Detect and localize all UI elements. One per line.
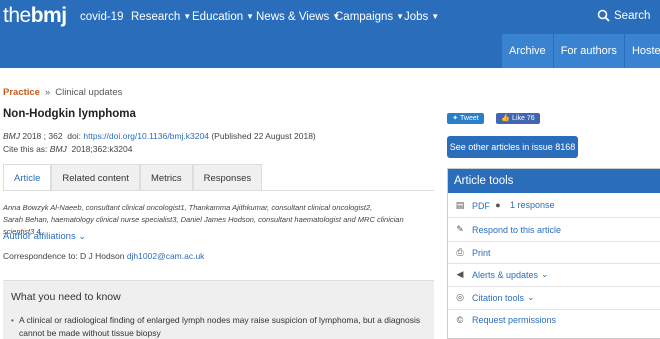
tool-print[interactable]: ⎙ Print bbox=[454, 247, 490, 258]
tab-article[interactable]: Article bbox=[3, 164, 52, 191]
tab-responses[interactable]: Responses bbox=[192, 164, 263, 191]
tool-respond[interactable]: ✎ Respond to this article bbox=[454, 224, 561, 235]
top-header: thebmj covid-19 Research ▼ Education ▼ New… bbox=[0, 0, 660, 68]
article-title: Non-Hodgkin lymphoma bbox=[3, 108, 136, 120]
twitter-bird-icon: ✦ bbox=[452, 115, 459, 122]
nav-news-views[interactable]: News & Views ▼ bbox=[256, 10, 340, 24]
box-heading: What you need to know bbox=[11, 291, 121, 303]
divider bbox=[448, 309, 660, 310]
doi-link[interactable]: https://doi.org/10.1136/bmj.k3204 bbox=[83, 131, 209, 141]
author-affiliations-toggle[interactable]: Author affiliations ⌄ bbox=[3, 231, 86, 242]
divider bbox=[448, 286, 660, 287]
nav-campaigns[interactable]: Campaigns ▼ bbox=[335, 10, 404, 24]
article-tools-title: Article tools bbox=[448, 169, 660, 193]
what-you-need-to-know-box: What you need to know • A clinical or ra… bbox=[3, 280, 434, 339]
tool-alerts[interactable]: ◀ Alerts & updates ⌄ bbox=[454, 269, 549, 280]
printer-icon: ⎙ bbox=[456, 247, 464, 257]
cite-as: Cite this as: BMJ 2018;362:k3204 bbox=[3, 144, 133, 154]
breadcrumb: Practice» Clinical updates bbox=[3, 87, 123, 98]
breadcrumb-practice[interactable]: Practice bbox=[3, 87, 40, 98]
nav-research[interactable]: Research ▼ bbox=[131, 10, 191, 24]
facebook-like-button[interactable]: 👍 Like 76 bbox=[496, 113, 540, 124]
tool-citation[interactable]: ◎ Citation tools ⌄ bbox=[454, 292, 535, 303]
article-tools-panel: Article tools ▤ PDF ● 1 response ✎ Respond … bbox=[447, 168, 660, 339]
chevron-down-icon: ▼ bbox=[431, 12, 440, 21]
tool-responses[interactable]: ● 1 response bbox=[492, 200, 554, 210]
pencil-icon: ✎ bbox=[456, 224, 464, 234]
subnav-for-authors[interactable]: For authors bbox=[552, 34, 624, 68]
breadcrumb-clinical-updates[interactable]: Clinical updates bbox=[55, 87, 122, 98]
citation-icon: ◎ bbox=[456, 292, 464, 302]
subnav-hosted[interactable]: Hosted bbox=[623, 34, 660, 68]
chevron-down-icon: ▼ bbox=[246, 12, 255, 21]
divider bbox=[448, 241, 660, 242]
tab-related-content[interactable]: Related content bbox=[51, 164, 140, 191]
search-icon bbox=[597, 9, 610, 22]
chevron-down-icon: ⌄ bbox=[78, 231, 86, 241]
citation-line: BMJ 2018 ; 362 doi: https://doi.org/10.1… bbox=[3, 131, 316, 141]
article-tabs: Article Related content Metrics Response… bbox=[3, 164, 263, 191]
bullet-icon: • bbox=[11, 316, 14, 325]
nav-covid[interactable]: covid-19 bbox=[80, 10, 123, 24]
correspondence: Correspondence to: D J Hodson djh1002@ca… bbox=[3, 251, 205, 261]
megaphone-icon: ◀ bbox=[456, 269, 464, 279]
tweet-button[interactable]: ✦ Tweet bbox=[447, 113, 484, 124]
speech-bubble-icon: ● bbox=[495, 200, 501, 210]
nav-education[interactable]: Education ▼ bbox=[192, 10, 254, 24]
see-other-articles-button[interactable]: See other articles in issue 8168 bbox=[447, 136, 578, 158]
pdf-icon: ▤ bbox=[455, 200, 465, 210]
chevron-down-icon: ⌄ bbox=[541, 269, 549, 279]
divider bbox=[448, 263, 660, 264]
divider bbox=[448, 217, 660, 218]
box-bullet-item: • A clinical or radiological finding of … bbox=[11, 315, 421, 338]
tab-divider bbox=[3, 190, 434, 191]
tool-pdf[interactable]: ▤ PDF bbox=[454, 200, 490, 211]
chevron-down-icon: ▼ bbox=[183, 12, 192, 21]
chevron-down-icon: ▼ bbox=[396, 12, 405, 21]
search-button[interactable]: Search bbox=[597, 9, 650, 22]
tab-metrics[interactable]: Metrics bbox=[139, 164, 193, 191]
chevron-down-icon: ⌄ bbox=[527, 292, 535, 302]
thumbs-up-icon: 👍 bbox=[501, 115, 511, 122]
correspondence-email[interactable]: djh1002@cam.ac.uk bbox=[127, 251, 205, 261]
sub-navigation: Archive For authors Hosted bbox=[501, 34, 660, 68]
copyright-icon: © bbox=[456, 315, 464, 325]
tool-permissions[interactable]: © Request permissions bbox=[454, 315, 556, 325]
subnav-archive[interactable]: Archive bbox=[501, 34, 553, 68]
bmj-logo[interactable]: thebmj bbox=[3, 5, 67, 27]
nav-jobs[interactable]: Jobs ▼ bbox=[404, 10, 439, 24]
